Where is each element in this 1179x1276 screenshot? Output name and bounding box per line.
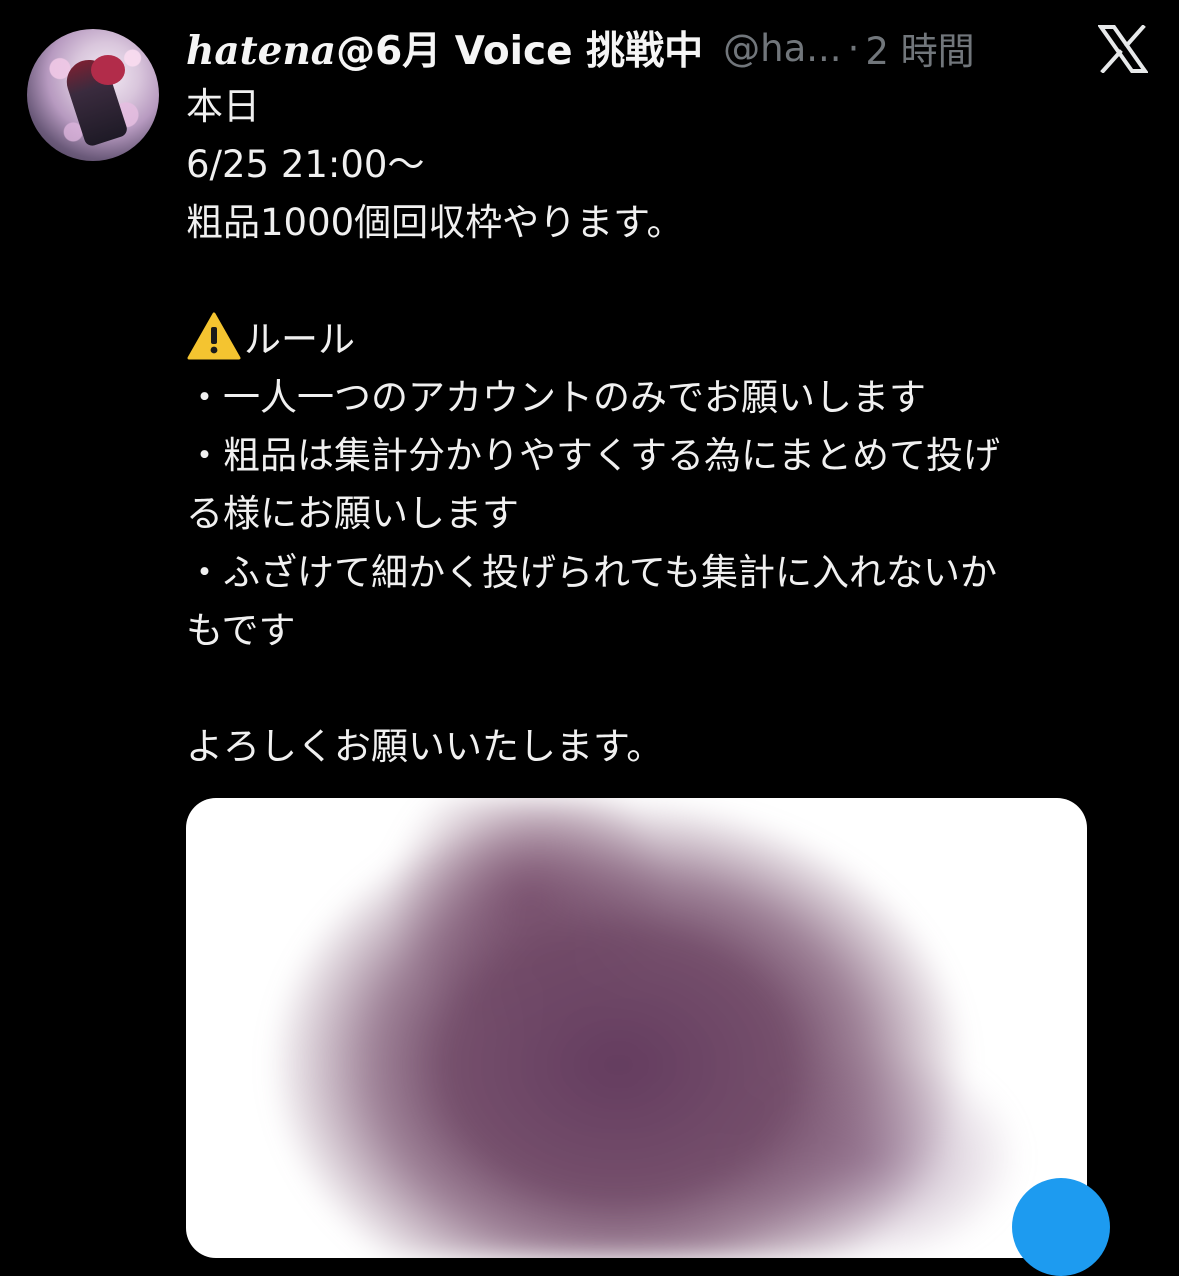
text-line: ・ふざけて細かく投げられても集計に入れないか xyxy=(186,550,998,594)
tweet-text: 本日 6/25 21:00～ 粗品1000個回収枠やります。 ルール ・一人一つ… xyxy=(186,78,1146,776)
text-line: ・一人一つのアカウントのみでお願いします xyxy=(186,375,926,419)
x-logo-icon xyxy=(1098,25,1148,73)
rules-heading-line: ルール xyxy=(186,311,1146,369)
author-display-name[interactable]: hatena@6月 Voice 挑戦中 xyxy=(186,20,703,76)
attached-media[interactable] xyxy=(186,798,1087,1258)
post-timestamp[interactable]: 2 時間 xyxy=(865,21,974,75)
text-line: もです xyxy=(186,608,296,652)
author-avatar[interactable] xyxy=(27,29,159,161)
avatar-hair xyxy=(91,55,125,85)
warning-icon xyxy=(187,312,241,360)
header-separator: · xyxy=(847,26,860,70)
floating-action-button[interactable] xyxy=(1012,1178,1110,1276)
text-line: る様にお願いします xyxy=(186,492,519,536)
author-handle[interactable]: @ha... xyxy=(723,27,841,70)
rules-heading: ルール xyxy=(244,317,355,361)
text-line: 粗品1000個回収枠やります。 xyxy=(186,201,684,245)
text-line: ・粗品は集計分かりやすくする為にまとめて投げ xyxy=(186,434,1000,478)
text-line: 本日 xyxy=(186,85,260,128)
tweet-header: hatena@6月 Voice 挑戦中 @ha... · 2 時間 xyxy=(186,20,975,76)
blurred-image xyxy=(186,798,1087,1258)
text-line: よろしくお願いいたします。 xyxy=(186,725,664,769)
text-line-blank xyxy=(186,253,1146,311)
display-name-latin: hatena xyxy=(186,28,337,74)
text-line: 6/25 21:00～ xyxy=(186,143,425,187)
text-line-blank xyxy=(186,660,1146,718)
display-name-rest: @6月 Voice 挑戦中 xyxy=(336,29,704,74)
